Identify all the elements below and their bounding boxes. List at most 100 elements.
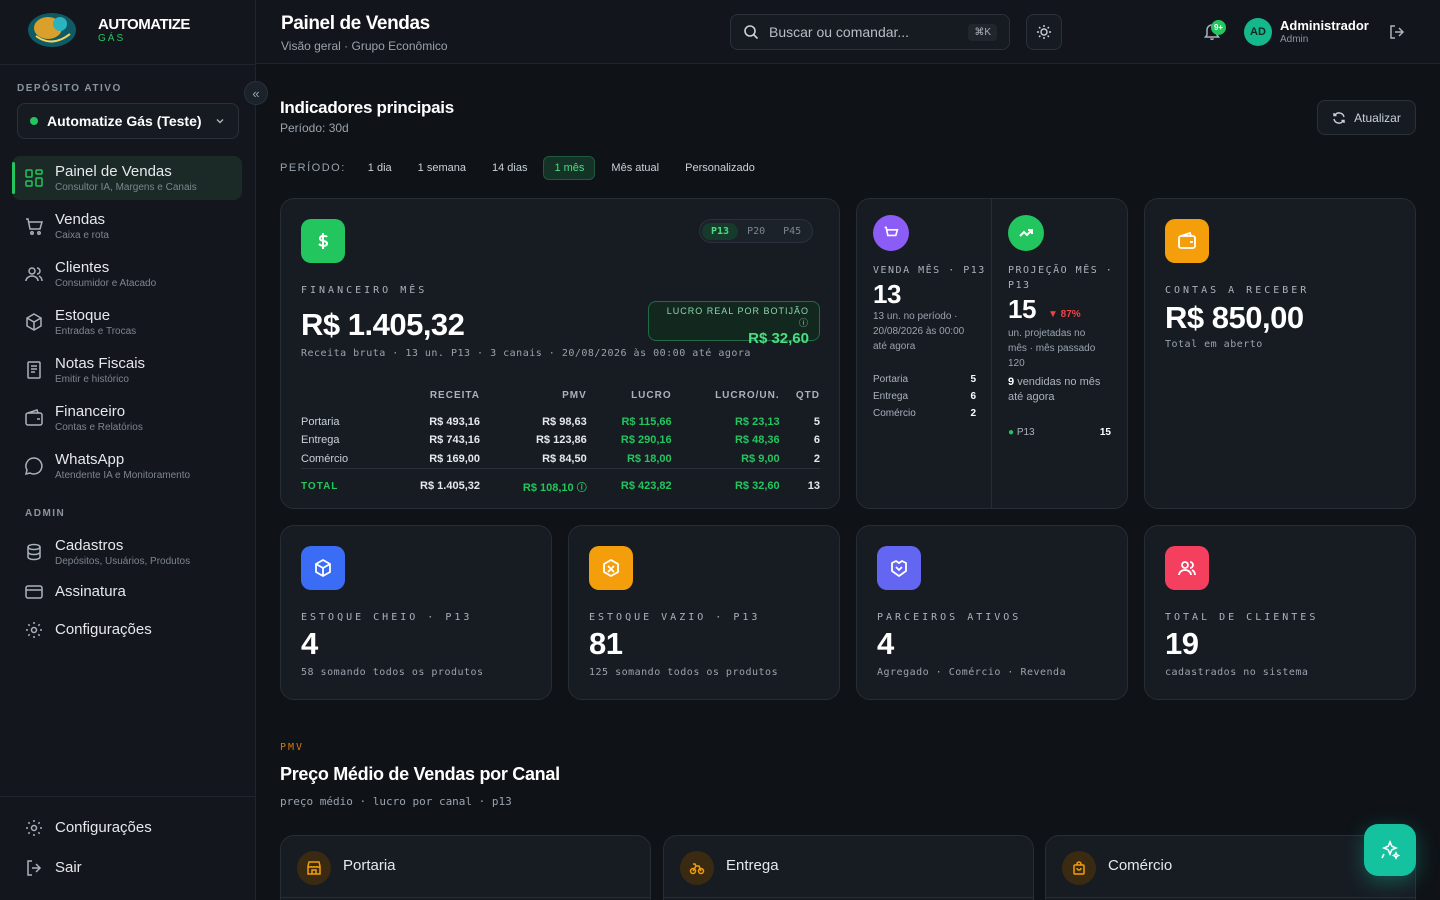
nav-title: Assinatura — [55, 583, 126, 601]
financeiro-label: FINANCEIRO MÊS — [301, 285, 428, 296]
cell: R$ 18,00 — [626, 452, 672, 465]
footer-logout[interactable]: Sair — [12, 848, 242, 888]
period-custom[interactable]: Personalizado — [675, 157, 765, 179]
channel-name: Entrega — [873, 391, 909, 402]
venda-sub-line: até agora — [873, 341, 916, 352]
status-dot — [30, 117, 38, 125]
projecao-qty: 15 — [1099, 427, 1111, 438]
footer-settings[interactable]: Configurações — [12, 808, 242, 848]
financeiro-value: R$ 1.405,32 — [301, 307, 465, 342]
divider — [1046, 897, 1415, 898]
period-current-month[interactable]: Mês atual — [601, 157, 669, 179]
kpi-estoque-vazio: ESTOQUE VAZIO · P13 81 125 somando todos… — [568, 525, 840, 700]
projecao-product: P13 — [1016, 427, 1035, 438]
cell: R$ 423,82 — [586, 467, 672, 498]
logout-icon[interactable] — [1388, 23, 1406, 41]
cell: R$ 23,13 — [734, 416, 780, 428]
projecao-sub: un. projetadas no mês · mês passado 120 — [1008, 326, 1095, 371]
channel-qty: 2 — [970, 408, 976, 419]
sidebar-item-vendas[interactable]: Vendas Caixa e rota — [12, 204, 242, 248]
col-header: LUCRO — [631, 389, 672, 401]
sidebar-item-configuracoes[interactable]: Configurações — [12, 610, 242, 650]
venda-mes-label: VENDA MÊS · P13 — [873, 265, 986, 276]
main-content: Indicadores principais Período: 30d Atua… — [256, 64, 1440, 900]
search-input[interactable]: Buscar ou comandar... ⌘K — [730, 14, 1010, 50]
kpi-value: 81 — [589, 626, 623, 661]
cell: R$ 48,36 — [734, 434, 780, 447]
cell: R$ 169,00 — [429, 452, 480, 465]
cart-icon — [873, 215, 909, 251]
collapse-sidebar-button[interactable]: « — [244, 81, 268, 105]
col-header: PMV — [562, 389, 587, 401]
projecao-value: 15 — [1008, 294, 1036, 324]
sidebar-item-painel[interactable]: Painel de Vendas Consultor IA, Margens e … — [12, 156, 242, 200]
receipt-icon — [27, 361, 41, 379]
nav-title: Vendas — [55, 210, 106, 228]
channel-card-comercio: Comércio — [1045, 835, 1416, 900]
sun-icon — [1037, 25, 1051, 39]
sidebar-item-whatsapp[interactable]: WhatsApp Atendente IA e Monitoramento — [12, 444, 242, 488]
kpi-estoque-cheio: ESTOQUE CHEIO · P13 4 58 somando todos o… — [280, 525, 552, 700]
bike-icon — [680, 851, 714, 885]
kpi-label: TOTAL DE CLIENTES — [1165, 612, 1319, 623]
projecao-sub-line: mês · mês passado — [1008, 343, 1096, 354]
projecao-row: ● P13 15 — [1008, 427, 1111, 438]
nav-title: Painel de Vendas — [55, 162, 172, 180]
shopping-bag-icon — [1062, 851, 1096, 885]
cell: R$ 123,86 — [535, 434, 587, 447]
depot-label: DEPÓSITO ATIVO — [17, 83, 122, 94]
lucro-value: R$ 32,60 — [748, 330, 809, 347]
depot-select[interactable]: Automatize Gás (Teste) — [17, 103, 239, 139]
sidebar-item-clientes[interactable]: Clientes Consumidor e Atacado — [12, 252, 242, 296]
segment-p45[interactable]: P45 — [774, 223, 810, 240]
nav-title: Clientes — [55, 258, 110, 276]
segment-p13[interactable]: P13 — [702, 222, 739, 240]
col-header: LUCRO/UN. — [715, 389, 780, 401]
period-1d[interactable]: 1 dia — [358, 157, 402, 179]
theme-toggle-button[interactable] — [1026, 14, 1062, 50]
ai-assistant-button[interactable] — [1364, 824, 1416, 876]
nav-sub: Consumidor e Atacado — [55, 278, 157, 290]
sidebar-item-assinatura[interactable]: Assinatura — [12, 572, 242, 612]
kpi-value: 4 — [301, 626, 318, 661]
sidebar-item-cadastros[interactable]: Cadastros Depósitos, Usuários, Produtos — [12, 530, 242, 574]
sidebar-item-notas[interactable]: Notas Fiscais Emitir e histórico — [12, 348, 242, 392]
pmv-subtitle: preço médio · lucro por canal · p13 — [280, 795, 512, 808]
channel-name: Portaria — [873, 374, 909, 385]
table-row: Comércio R$ 169,00 R$ 84,50 R$ 18,00 R$ … — [301, 450, 820, 469]
sold-count: 9 — [1008, 376, 1015, 388]
kpi-value: 19 — [1165, 626, 1199, 661]
period-14d[interactable]: 14 dias — [482, 157, 537, 179]
refresh-button[interactable]: Atualizar — [1317, 100, 1416, 135]
users-icon — [1165, 546, 1209, 590]
nav-sub: Atendente IA e Monitoramento — [55, 470, 191, 482]
avatar[interactable]: AD — [1244, 18, 1272, 46]
nav-sub: Contas e Relatórios — [55, 422, 143, 434]
cell: Comércio — [301, 452, 349, 465]
help-icon[interactable]: ⓘ — [577, 483, 587, 494]
kpi-parceiros: PARCEIROS ATIVOS 4 Agregado · Comércio ·… — [856, 525, 1128, 700]
channel-name: Entrega — [726, 857, 779, 874]
receber-value: R$ 850,00 — [1165, 300, 1304, 335]
nav-sub: Entradas e Trocas — [55, 326, 137, 338]
trending-up-icon — [1008, 215, 1044, 251]
projecao-label: PROJEÇÃO MÊS · — [1008, 265, 1114, 276]
help-icon[interactable]: ⓘ — [799, 318, 809, 328]
gear-icon — [26, 820, 42, 836]
sidebar-item-estoque[interactable]: Estoque Entradas e Trocas — [12, 300, 242, 344]
sidebar-item-financeiro[interactable]: Financeiro Contas e Relatórios — [12, 396, 242, 440]
segment-p20[interactable]: P20 — [738, 223, 774, 240]
product-segment: P13 P20 P45 — [699, 219, 814, 243]
projecao-delta: ▼ 87% — [1048, 309, 1081, 320]
refresh-label: Atualizar — [1354, 110, 1401, 125]
period-1m[interactable]: 1 mês — [543, 156, 596, 180]
page-title: Painel de Vendas — [281, 13, 430, 34]
venda-sub-line: 20/08/2026 às 00:00 — [873, 326, 965, 337]
cell: R$ 493,16 — [429, 416, 480, 428]
brand-logo[interactable]: AUTOMATIZE GÁS — [26, 8, 190, 52]
pmv-tag: PMV — [280, 742, 305, 753]
col-header: RECEITA — [429, 389, 480, 401]
gear-icon — [26, 622, 42, 638]
period-1w[interactable]: 1 semana — [408, 157, 476, 179]
table-row: Portaria R$ 493,16 R$ 98,63 R$ 115,66 R$… — [301, 405, 820, 431]
